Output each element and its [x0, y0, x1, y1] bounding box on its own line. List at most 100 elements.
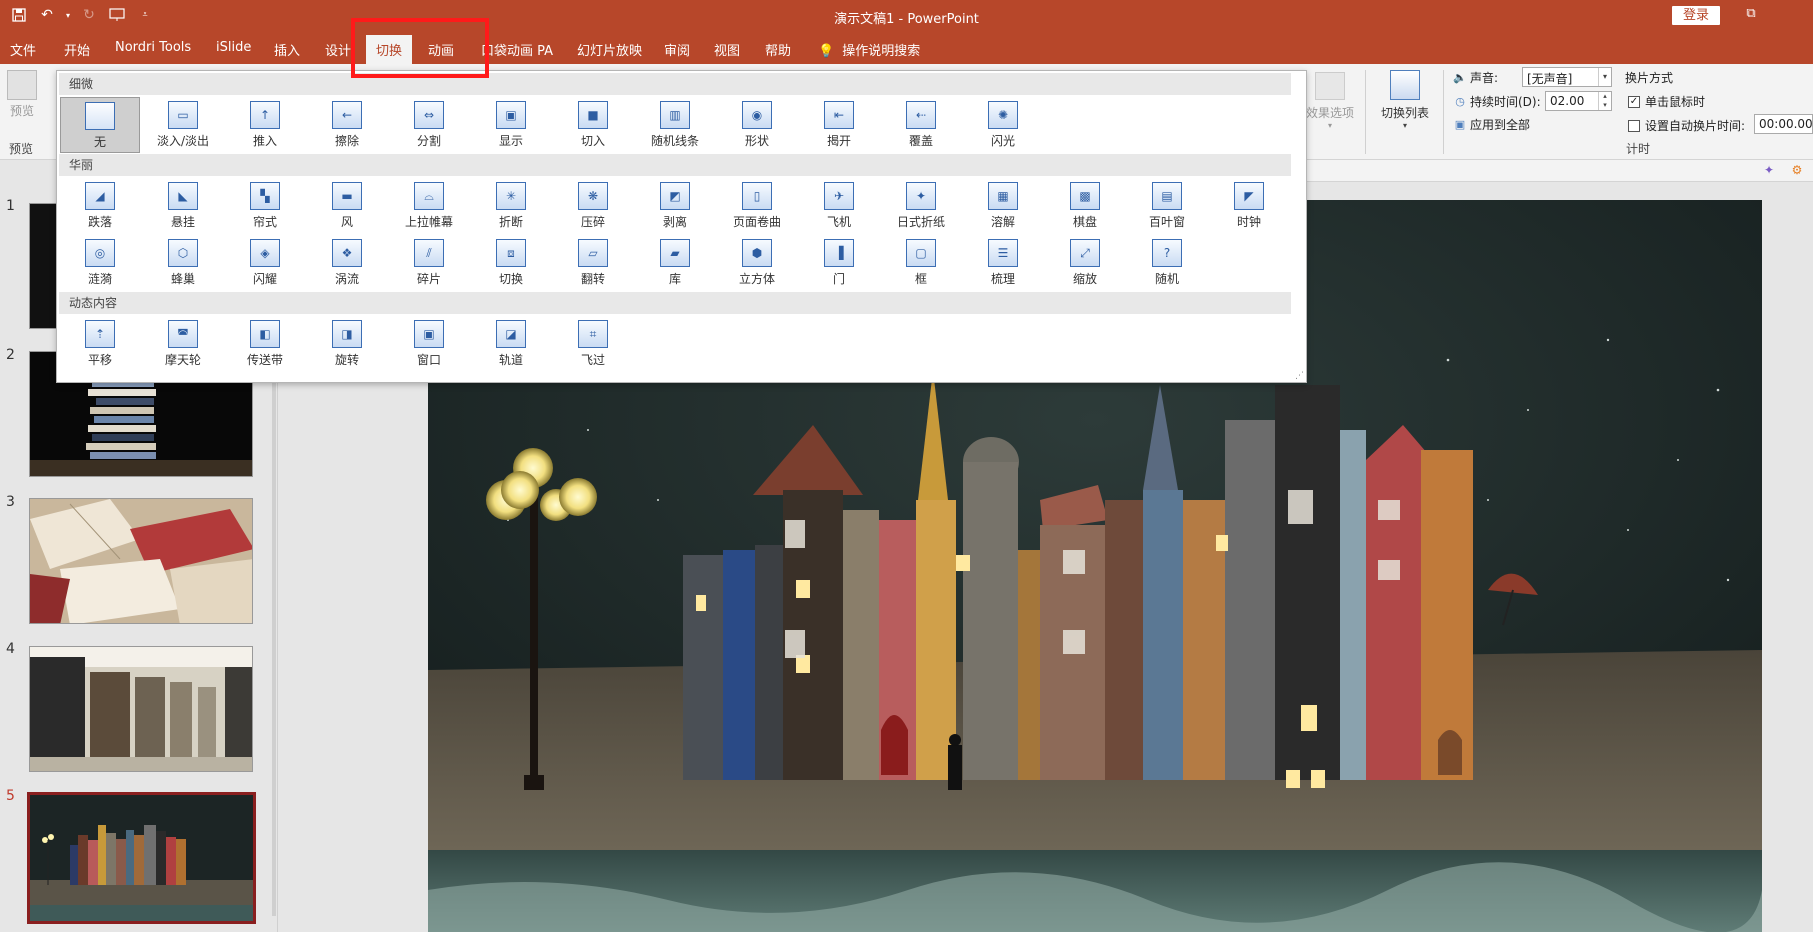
preview-label: 预览	[9, 104, 34, 118]
transition-dissolve[interactable]: ▦ 溶解	[963, 178, 1043, 234]
transition-window[interactable]: ▣ 窗口	[389, 316, 469, 372]
transition-uncover[interactable]: ⇤ 揭开	[799, 97, 879, 153]
transition-flip[interactable]: ▱ 翻转	[553, 235, 633, 291]
drape-icon: ◣	[168, 182, 198, 210]
transition-airplane[interactable]: ✈ 飞机	[799, 178, 879, 234]
ferris-wheel-icon: ◚	[168, 320, 198, 348]
ribbon-separator	[1443, 70, 1444, 154]
transition-label: 百叶窗	[1148, 215, 1185, 229]
transition-doors[interactable]: ▐ 门	[799, 235, 879, 291]
curtains-icon: ▚	[250, 182, 280, 210]
transition-fall-over[interactable]: ◢ 跌落	[60, 178, 140, 234]
tab-design[interactable]: 设计	[325, 40, 351, 59]
transition-fly-through[interactable]: ⌗ 飞过	[553, 316, 633, 372]
on-click-checkbox[interactable]: ✓	[1628, 95, 1640, 108]
transition-pan[interactable]: ⇡ 平移	[60, 316, 140, 372]
transition-drape[interactable]: ◣ 悬挂	[143, 178, 223, 234]
transition-label: 上拉帷幕	[404, 215, 453, 229]
effect-options-button[interactable]: 效果选项 ▾	[1300, 72, 1360, 130]
tab-islide[interactable]: iSlide	[216, 40, 251, 55]
transition-shape[interactable]: ◉ 形状	[717, 97, 797, 153]
transition-clock[interactable]: ◤ 时钟	[1209, 178, 1289, 234]
transition-cube[interactable]: ⬢ 立方体	[717, 235, 797, 291]
transition-page-curl[interactable]: ▯ 页面卷曲	[717, 178, 797, 234]
tab-insert[interactable]: 插入	[274, 40, 300, 59]
transition-fade[interactable]: ▭ 淡入/淡出	[143, 97, 223, 153]
crush-icon: ❋	[578, 182, 608, 210]
transition-fracture[interactable]: ✳ 折断	[471, 178, 551, 234]
comb-icon: ☰	[988, 239, 1018, 267]
switch-list-button[interactable]: 切换列表 ▾	[1375, 70, 1435, 130]
auto-after-row[interactable]: 设置自动换片时间:	[1628, 117, 1745, 134]
transition-label: 风	[340, 215, 353, 229]
transition-split[interactable]: ⇔ 分割	[389, 97, 469, 153]
transition-conveyor[interactable]: ◧ 传送带	[225, 316, 305, 372]
transition-label: 切入	[580, 134, 605, 148]
transition-comb[interactable]: ☰ 梳理	[963, 235, 1043, 291]
transition-label: 压碎	[580, 215, 605, 229]
transition-random[interactable]: ? 随机	[1127, 235, 1207, 291]
transition-origami[interactable]: ✦ 日式折纸	[881, 178, 961, 234]
slide-thumbnail-4[interactable]	[29, 646, 253, 772]
apply-all-button[interactable]: ▣ 应用到全部	[1453, 116, 1530, 133]
duration-input[interactable]: 02.00 ▴ ▾	[1545, 91, 1612, 111]
clock-icon: ◷	[1455, 94, 1465, 108]
tab-pocket-animation[interactable]: 口袋动画 PA	[481, 40, 553, 59]
transition-push[interactable]: ↑ 推入	[225, 97, 305, 153]
speaker-icon: 🔈	[1453, 70, 1467, 84]
transition-none[interactable]: 无	[60, 97, 140, 153]
sound-label: 声音:	[1470, 71, 1499, 85]
transition-peel-off[interactable]: ◩ 剥离	[635, 178, 715, 234]
transition-gallery[interactable]: ▰ 库	[635, 235, 715, 291]
sound-select[interactable]: [无声音] ▾	[1522, 67, 1612, 87]
fade-icon: ▭	[168, 101, 198, 129]
transition-zoom[interactable]: ⤢ 缩放	[1045, 235, 1125, 291]
transition-blinds[interactable]: ▤ 百叶窗	[1127, 178, 1207, 234]
duration-value: 02.00	[1550, 94, 1585, 108]
slide-thumbnail-3[interactable]	[29, 498, 253, 624]
transition-wind[interactable]: ▬ 风	[307, 178, 387, 234]
transition-random-bars[interactable]: ▥ 随机线条	[635, 97, 715, 153]
transition-prestige[interactable]: ⌓ 上拉帷幕	[389, 178, 469, 234]
auto-after-input[interactable]: 00:00.00	[1754, 114, 1813, 134]
transition-cover[interactable]: ⇠ 覆盖	[881, 97, 961, 153]
resize-grip-icon[interactable]: ⋰	[1295, 371, 1304, 381]
transition-reveal[interactable]: ▣ 显示	[471, 97, 551, 153]
transition-crush[interactable]: ❋ 压碎	[553, 178, 633, 234]
transition-vortex[interactable]: ❖ 涡流	[307, 235, 387, 291]
slide-thumbnail-5[interactable]	[27, 792, 256, 924]
transition-rotate[interactable]: ◨ 旋转	[307, 316, 387, 372]
transition-cut[interactable]: ■ 切入	[553, 97, 633, 153]
ribbon-display-options-icon[interactable]: ⧉	[1741, 6, 1761, 24]
preview-button[interactable]: 预览	[4, 70, 40, 119]
spinner-icon[interactable]: ▴ ▾	[1598, 92, 1611, 110]
transition-wipe[interactable]: ← 擦除	[307, 97, 387, 153]
push-icon: ↑	[250, 101, 280, 129]
login-button[interactable]: 登录	[1672, 6, 1720, 25]
on-click-row[interactable]: ✓ 单击鼠标时	[1628, 93, 1705, 110]
transition-ferris-wheel[interactable]: ◚ 摩天轮	[143, 316, 223, 372]
cube-icon: ⬢	[742, 239, 772, 267]
transition-box[interactable]: ▢ 框	[881, 235, 961, 291]
tab-file[interactable]: 文件	[10, 40, 36, 59]
tab-home[interactable]: 开始	[64, 40, 90, 59]
transition-curtains[interactable]: ▚ 帘式	[225, 178, 305, 234]
tab-nordri-tools[interactable]: Nordri Tools	[115, 40, 191, 55]
magic-icon[interactable]: ✦	[1761, 163, 1777, 179]
settings-gear-icon[interactable]: ⚙	[1789, 163, 1805, 179]
transition-glitter[interactable]: ◈ 闪耀	[225, 235, 305, 291]
auto-after-checkbox[interactable]	[1628, 119, 1640, 132]
transition-shred[interactable]: ⫽ 碎片	[389, 235, 469, 291]
transition-flash[interactable]: ✺ 闪光	[963, 97, 1043, 153]
tab-help[interactable]: 帮助	[765, 40, 791, 59]
transition-switch[interactable]: ⧈ 切换	[471, 235, 551, 291]
transition-honeycomb[interactable]: ⬡ 蜂巢	[143, 235, 223, 291]
tell-me-search[interactable]: 💡 操作说明搜索	[818, 40, 920, 59]
tab-view[interactable]: 视图	[714, 40, 740, 59]
tab-slideshow[interactable]: 幻灯片放映	[577, 40, 642, 59]
transition-label: 分割	[416, 134, 441, 148]
transition-checkerboard[interactable]: ▩ 棋盘	[1045, 178, 1125, 234]
transition-ripple[interactable]: ◎ 涟漪	[60, 235, 140, 291]
tab-review[interactable]: 审阅	[664, 40, 690, 59]
transition-orbit[interactable]: ◪ 轨道	[471, 316, 551, 372]
